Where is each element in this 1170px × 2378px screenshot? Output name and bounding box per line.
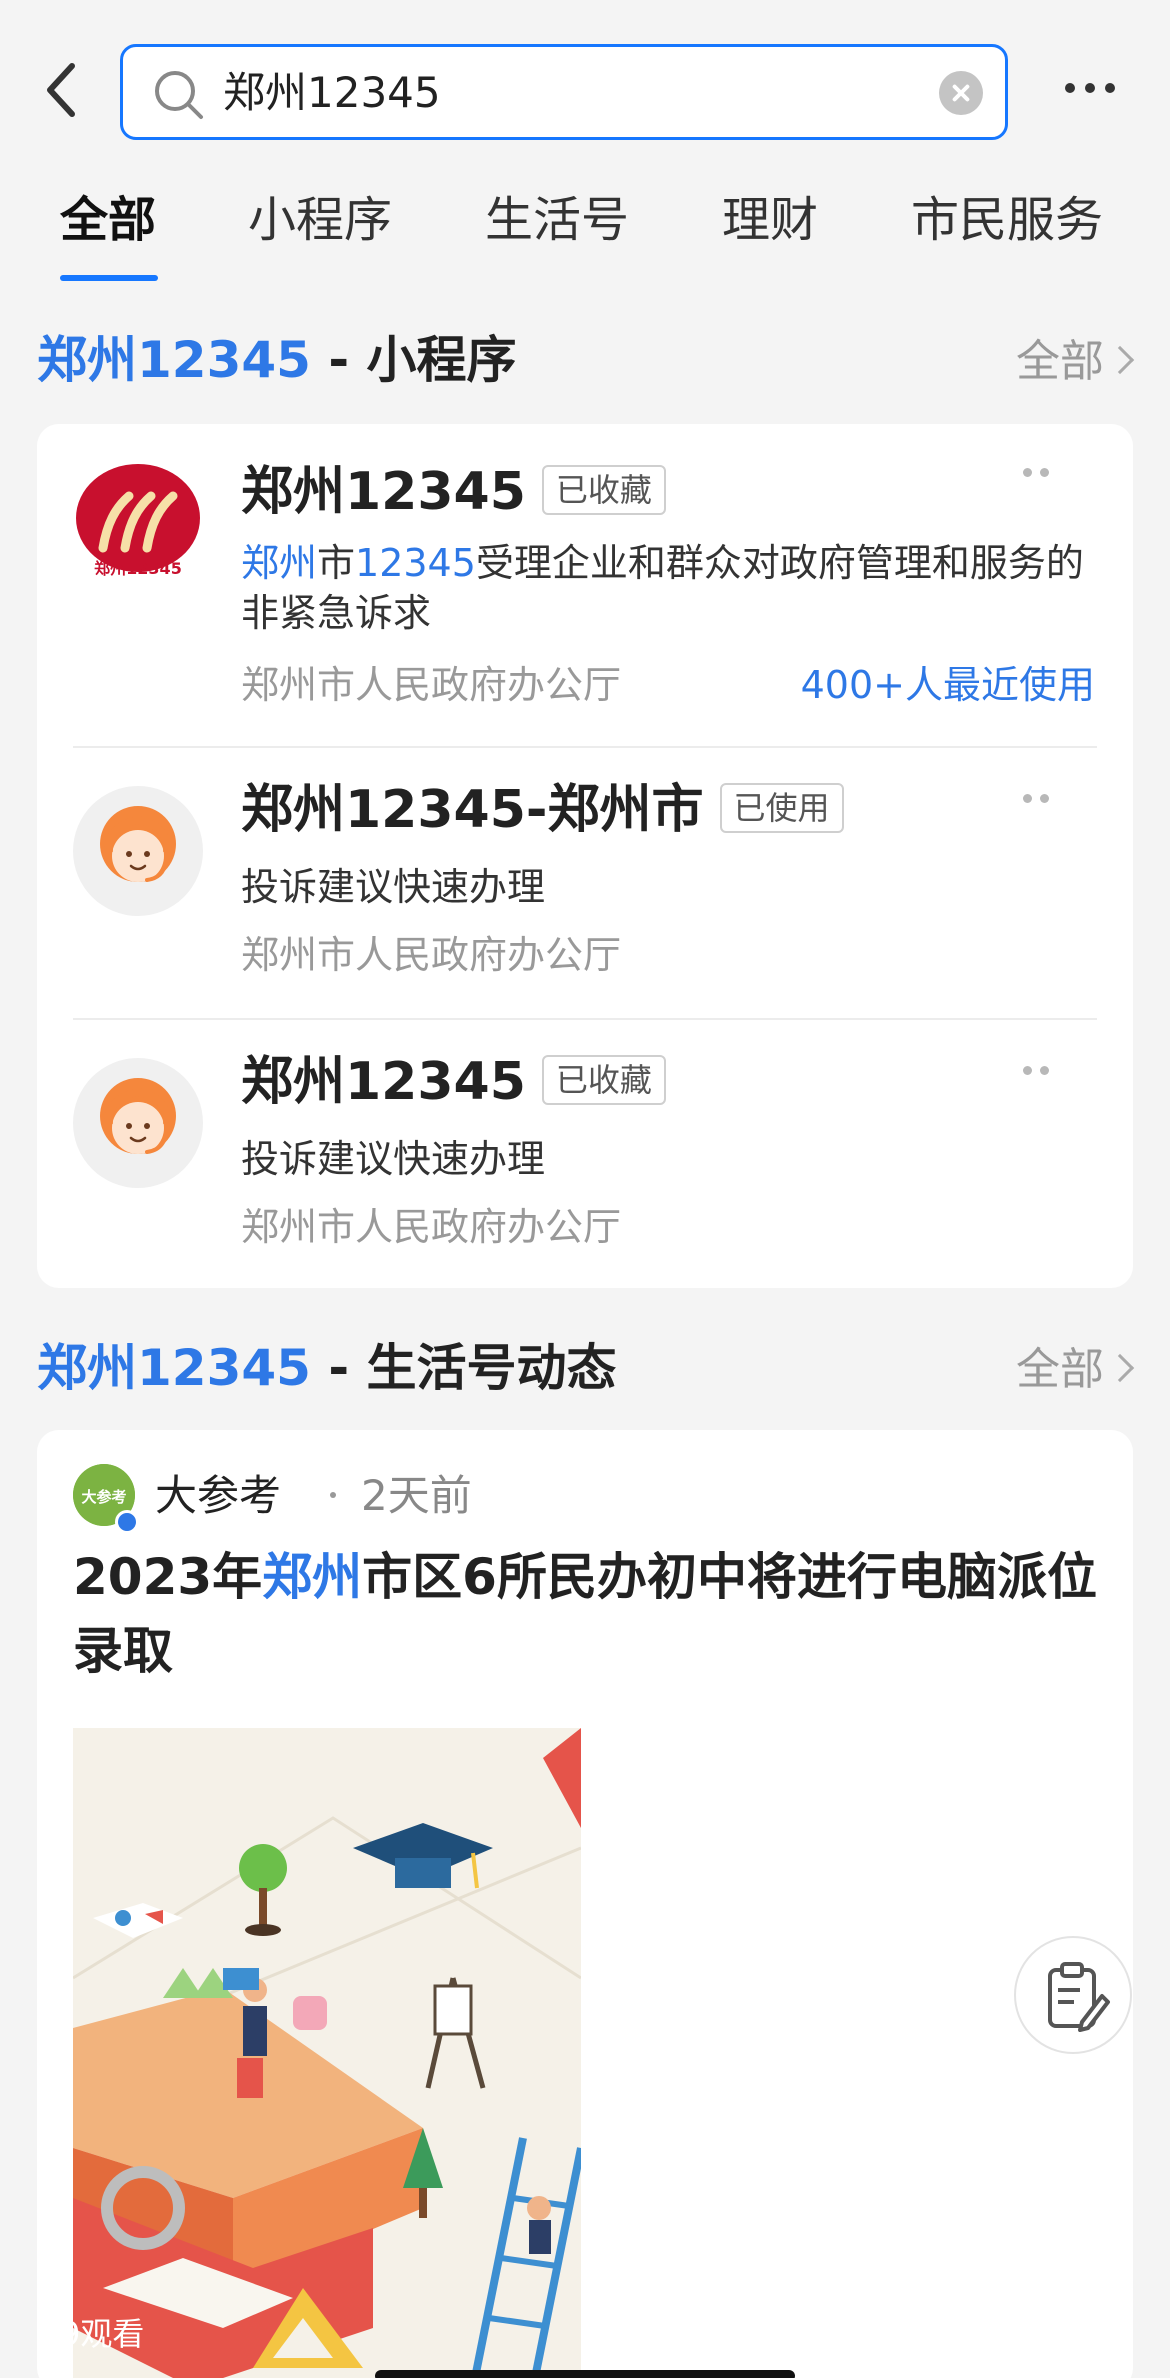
search-icon — [153, 69, 205, 121]
mini-program-name: 郑州12345-郑州市 已使用 — [241, 778, 844, 842]
service-agent-icon — [73, 1058, 203, 1188]
tab-finance[interactable]: 理财 — [722, 190, 818, 250]
section-keyword: 郑州12345 — [37, 331, 311, 389]
top-bar: 郑州12345 — [0, 0, 1170, 180]
tab-citizen-services[interactable]: 市民服务 — [911, 190, 1103, 250]
search-query[interactable]: 郑州12345 — [223, 67, 441, 119]
mini-program-org: 郑州市人民政府办公厅 — [241, 933, 622, 977]
mini-program-section-title: 郑州12345 - 小程序 — [37, 328, 517, 392]
category-tabs: 全部 小程序 生活号 理财 市民服务 — [0, 180, 1170, 290]
home-indicator — [375, 2370, 795, 2378]
desc-keyword: 12345 — [355, 541, 476, 585]
mini-program-title: 郑州12345-郑州市 — [241, 780, 704, 840]
separator-dot — [330, 1492, 336, 1498]
section-suffix: - 生活号动态 — [310, 1339, 617, 1397]
see-all-label: 全部 — [1016, 336, 1104, 387]
tab-life-accounts[interactable]: 生活号 — [485, 190, 629, 250]
feed-illustration-image[interactable] — [73, 1728, 581, 2378]
logo-text: 郑州12345 — [94, 559, 182, 578]
used-badge: 已使用 — [719, 783, 844, 833]
edit-clipboard-icon — [1048, 1962, 1110, 2032]
life-account-section-title: 郑州12345 - 生活号动态 — [37, 1336, 617, 1400]
mini-program-org: 郑州市人民政府办公厅 — [241, 1205, 622, 1249]
mini-program-description: 投诉建议快速办理 — [241, 1137, 546, 1181]
mini-program-title: 郑州12345 — [241, 1052, 526, 1112]
tab-mini-programs[interactable]: 小程序 — [248, 190, 392, 250]
service-agent-icon — [73, 786, 203, 916]
verified-icon — [115, 1510, 139, 1534]
chevron-right-icon — [1105, 1353, 1135, 1383]
mini-program-title: 郑州12345 — [241, 462, 526, 522]
title-text: 2023年 — [73, 1548, 263, 1606]
mini-program-org: 郑州市人民政府办公厅 — [241, 663, 622, 707]
favorited-badge: 已收藏 — [541, 1055, 666, 1105]
item-more-icon[interactable] — [1023, 468, 1053, 480]
view-count: 9观看 — [60, 2315, 145, 2353]
mini-program-name: 郑州12345 已收藏 — [241, 1050, 666, 1114]
title-keyword: 郑州 — [262, 1548, 363, 1606]
section-keyword: 郑州12345 — [37, 1339, 311, 1397]
mini-program-description: 郑州市12345受理企业和群众对政府管理和服务的非紧急诉求 — [241, 538, 1091, 638]
feed-timestamp: 2天前 — [361, 1471, 472, 1520]
mini-program-description: 投诉建议快速办理 — [241, 865, 546, 909]
mini-program-see-all[interactable]: 全部 — [1016, 332, 1135, 392]
feed-card[interactable]: 大参考 大参考 2天前 2023年郑州市区6所民办初中将进行电脑派位录取 — [37, 1430, 1133, 2378]
mini-program-card: 郑州12345 郑州12345 已收藏 郑州市12345受理企业和群众对政府管理和… — [37, 424, 1133, 1288]
more-options-icon[interactable] — [1063, 76, 1117, 100]
see-all-label: 全部 — [1016, 1344, 1104, 1395]
avatar-text: 大参考 — [81, 1488, 126, 1506]
mini-program-item[interactable]: 郑州12345-郑州市 已使用 投诉建议快速办理 郑州市人民政府办公厅 — [37, 748, 1133, 1018]
item-more-icon[interactable] — [1023, 794, 1053, 806]
item-more-icon[interactable] — [1023, 1066, 1053, 1078]
mini-program-name: 郑州12345 已收藏 — [241, 460, 666, 524]
zhengzhou-12345-logo-icon: 郑州12345 — [73, 460, 203, 590]
clear-icon[interactable] — [939, 71, 983, 115]
mini-program-item[interactable]: 郑州12345 已收藏 投诉建议快速办理 郑州市人民政府办公厅 — [37, 1020, 1133, 1288]
tab-all[interactable]: 全部 — [60, 190, 156, 250]
feed-author-name[interactable]: 大参考 — [155, 1468, 281, 1524]
life-account-see-all[interactable]: 全部 — [1016, 1340, 1135, 1400]
floating-edit-button[interactable] — [1014, 1936, 1132, 2054]
mini-program-item[interactable]: 郑州12345 郑州12345 已收藏 郑州市12345受理企业和群众对政府管理和… — [37, 424, 1133, 746]
section-suffix: - 小程序 — [310, 331, 517, 389]
active-tab-indicator — [60, 275, 158, 281]
desc-text: 市 — [317, 541, 356, 585]
back-chevron-icon[interactable] — [38, 60, 86, 120]
feed-title[interactable]: 2023年郑州市区6所民办初中将进行电脑派位录取 — [73, 1540, 1103, 1688]
recent-usage-count: 400+人最近使用 — [800, 663, 1095, 707]
search-input[interactable]: 郑州12345 — [120, 44, 1008, 140]
desc-keyword: 郑州 — [241, 541, 318, 585]
favorited-badge: 已收藏 — [541, 465, 666, 515]
chevron-right-icon — [1105, 345, 1135, 375]
